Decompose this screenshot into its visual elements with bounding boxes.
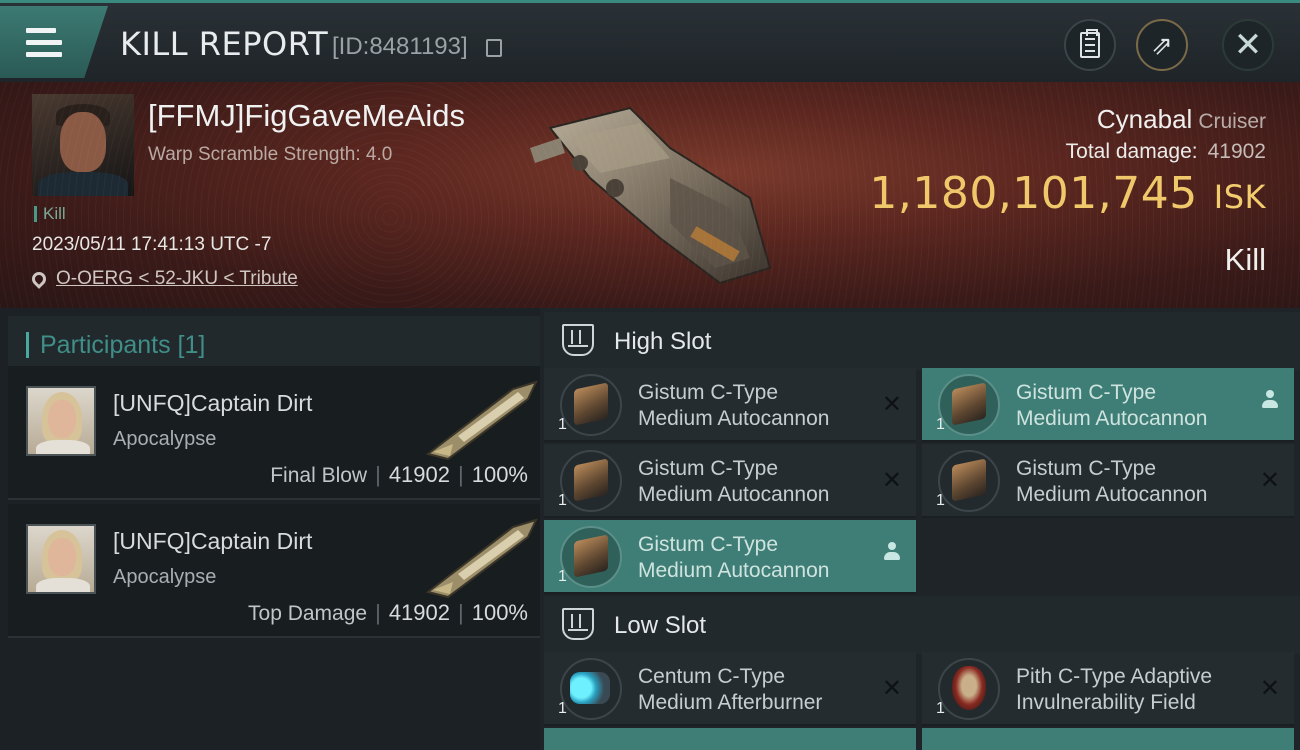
victim-ship: Cynabal Cruiser [1097,104,1266,135]
participants-title: Participants [1] [40,331,206,359]
page-title: KILL REPORT [120,25,329,63]
destroyed-icon: ✕ [1259,675,1280,702]
module-item-partial[interactable] [544,728,916,750]
module-quantity: 1 [936,492,945,509]
module-quantity: 1 [936,416,945,433]
low-slot-header: Low Slot [544,596,1300,654]
total-damage-value: 41902 [1207,140,1266,163]
high-slot-header: High Slot [544,312,1300,370]
report-id: [ID:8481193] [332,33,468,60]
module-name: Centum C-Type Medium Afterburner [638,665,823,714]
copy-id-icon[interactable] [486,39,502,57]
module-quantity: 1 [558,568,567,585]
dropped-person-icon [884,542,900,564]
participant-avatar[interactable] [26,386,96,456]
destroyed-icon: ✕ [881,675,902,702]
module-name: Gistum C-Type Medium Autocannon [638,457,830,506]
isk-amount: 1,180,101,745 [869,168,1198,219]
module-name: Pith C-Type Adaptive Invulnerability Fiel… [1016,665,1213,714]
participant-damage: 41902 [388,600,450,625]
module-item[interactable]: 1 Centum C-Type Medium Afterburner ✕ [544,652,916,726]
location-link[interactable]: O-OERG < 52-JKU < Tribute [56,268,298,290]
clipboard-icon [1080,29,1100,58]
participant-avatar[interactable] [26,524,96,594]
afterburner-icon [570,672,610,704]
autocannon-icon [574,382,608,426]
participant-row[interactable]: [UNFQ]Captain Dirt Apocalypse Top Damage… [8,504,540,638]
module-quantity: 1 [936,700,945,717]
destroyed-icon: ✕ [1259,467,1280,494]
autocannon-icon [952,458,986,502]
participant-percent: 100% [471,462,528,487]
module-name: Gistum C-Type Medium Autocannon [638,381,830,430]
destroyed-icon: ✕ [881,467,902,494]
autocannon-icon [574,534,608,578]
participants-header[interactable]: Participants [1] [8,316,540,372]
kill-location[interactable]: O-OERG < 52-JKU < Tribute [29,268,298,290]
module-name: Gistum C-Type Medium Autocannon [1016,381,1208,430]
warp-scramble-strength: Warp Scramble Strength: 4.0 [148,144,393,165]
participant-ship: Apocalypse [113,428,217,450]
victim-ship-class: Cruiser [1198,110,1266,133]
module-item[interactable]: 1 Gistum C-Type Medium Autocannon [544,520,916,594]
clipboard-button[interactable] [1064,19,1116,71]
shield-field-icon [952,666,986,710]
module-item[interactable]: 1 Gistum C-Type Medium Autocannon ✕ [922,444,1294,518]
victim-avatar[interactable] [32,94,134,196]
destroyed-icon: ✕ [881,391,902,418]
participant-role: Top Damage [248,602,368,625]
participant-ship: Apocalypse [113,566,217,588]
fitting-panel: High Slot 1 Gistum C-Type Medium Autocann… [540,308,1300,750]
participant-ship-image [425,380,538,461]
autocannon-icon [952,382,986,426]
close-button[interactable]: ✕ [1222,19,1274,71]
participant-percent: 100% [471,600,528,625]
location-pin-icon [29,269,49,289]
module-item[interactable]: 1 Gistum C-Type Medium Autocannon [922,368,1294,442]
menu-button[interactable] [0,6,108,78]
victim-ship-image [530,106,772,285]
share-icon: ⇗ [1151,29,1173,60]
share-button[interactable]: ⇗ [1136,19,1188,71]
module-quantity: 1 [558,492,567,509]
low-slot-icon [562,608,594,640]
close-icon: ✕ [1233,26,1263,64]
module-item[interactable]: 1 Gistum C-Type Medium Autocannon ✕ [544,444,916,518]
participant-row[interactable]: [UNFQ]Captain Dirt Apocalypse Final Blow… [8,366,540,500]
victim-name[interactable]: [FFMJ]FigGaveMeAids [148,98,465,134]
isk-unit: ISK [1213,178,1266,216]
module-item[interactable]: 1 Pith C-Type Adaptive Invulnerability Fi… [922,652,1294,726]
total-damage: Total damage: 41902 [1066,140,1266,164]
participants-panel: Participants [1] [UNFQ]Captain Dirt Apoc… [0,308,540,750]
result-label: Kill [1224,242,1266,277]
kill-tag: Kill [34,205,66,222]
high-slot-icon [562,324,594,356]
isk-value: 1,180,101,745 ISK [869,168,1266,219]
top-bar: KILL REPORT [ID:8481193] ⇗ ✕ [0,0,1300,82]
participant-name: [UNFQ]Captain Dirt [113,390,313,416]
participant-name: [UNFQ]Captain Dirt [113,528,313,554]
module-name: Gistum C-Type Medium Autocannon [1016,457,1208,506]
high-slot-title: High Slot [614,328,712,355]
module-item-partial[interactable] [922,728,1294,750]
module-item[interactable]: 1 Gistum C-Type Medium Autocannon ✕ [544,368,916,442]
dropped-person-icon [1262,390,1278,412]
participant-damage: 41902 [388,462,450,487]
participant-stats: Top Damage | 41902 | 100% [248,600,528,625]
kill-datetime: 2023/05/11 17:41:13 UTC -7 [32,234,272,255]
module-name: Gistum C-Type Medium Autocannon [638,533,830,582]
autocannon-icon [574,458,608,502]
participant-ship-image [425,518,538,599]
total-damage-label: Total damage: [1065,140,1198,163]
victim-banner: [FFMJ]FigGaveMeAids Warp Scramble Streng… [0,82,1300,308]
participant-stats: Final Blow | 41902 | 100% [270,462,528,487]
module-quantity: 1 [558,416,567,433]
victim-ship-name: Cynabal [1096,104,1193,134]
participant-role: Final Blow [270,464,368,487]
module-quantity: 1 [558,700,567,717]
hamburger-menu-icon [26,28,62,58]
low-slot-title: Low Slot [614,612,707,639]
